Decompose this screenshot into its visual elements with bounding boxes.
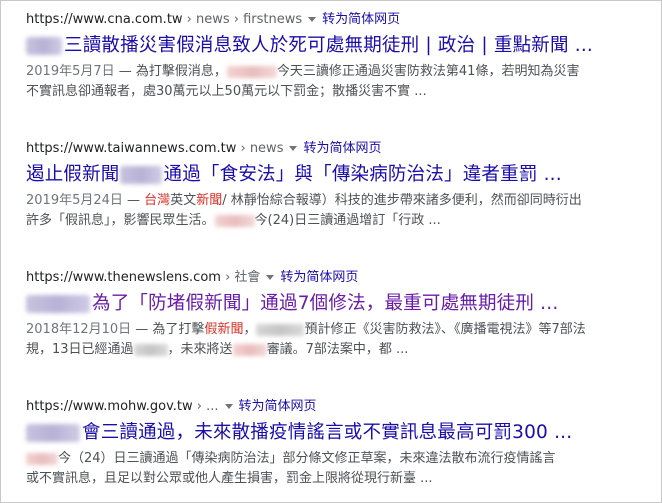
translate-link[interactable]: 转为简体网页	[322, 12, 400, 27]
snippet-text: 今(24)日三讀通過增訂「行政 ...	[254, 213, 441, 228]
snippet-text: 審議。7部法案中，都 ...	[266, 342, 409, 357]
result-snippet: 2019年5月7日 — 為打擊假消息， 今天三讀修正通過災害防救法第41條，若明知…	[26, 62, 651, 102]
caret-down-icon[interactable]	[224, 403, 233, 409]
result-title-text[interactable]: 會三讀通過，未來散播疫情謠言或不實訊息最高可罰300 ...	[82, 422, 572, 443]
search-result: https://www.thenewslens.com › 社會 转为简体网页 為…	[26, 268, 651, 360]
result-date: 2019年5月24日	[26, 193, 123, 208]
snippet-text: ，未來將送	[167, 342, 233, 357]
snippet-highlight: 假新聞	[204, 322, 244, 337]
redacted-text	[26, 424, 80, 442]
caret-down-icon[interactable]	[266, 274, 275, 280]
snippet-text: — 為了打擊	[131, 322, 205, 337]
snippet-text: —	[122, 193, 145, 208]
translate-link[interactable]: 转为简体网页	[280, 270, 358, 285]
result-title[interactable]: 遏止假新聞 通過「食安法」與「傳染病防治法」違者重罰 ...	[26, 161, 651, 189]
result-url[interactable]: https://www.cna.com.tw	[26, 12, 183, 27]
search-result: https://www.cna.com.tw › news › firstnew…	[26, 10, 651, 102]
snippet-text: 今（24）日三讀通過「傳染病防治法」部分條文修正草案，未來違法散布流行疫情謠言	[58, 451, 556, 466]
redacted-text	[226, 65, 277, 78]
redacted-text	[214, 214, 255, 227]
result-url-line: https://www.cna.com.tw › news › firstnew…	[26, 10, 651, 30]
snippet-text: — 為打擊假消息，	[114, 64, 227, 79]
snippet-text: / 林靜怡綜合報導）	[222, 193, 335, 208]
result-date: 2019年5月7日	[26, 64, 115, 79]
result-snippet: 今（24）日三讀通過「傳染病防治法」部分條文修正草案，未來違法散布流行疫情謠言 …	[26, 449, 651, 489]
result-breadcrumb: › news	[236, 141, 284, 156]
redacted-text	[26, 295, 90, 313]
snippet-text: 許多「假訊息」，影響民眾生活。	[26, 213, 215, 228]
result-breadcrumb: › ...	[192, 399, 219, 414]
redacted-text	[119, 166, 162, 184]
search-result: https://www.taiwannews.com.tw › news 转为简体…	[26, 139, 651, 231]
result-title[interactable]: 會三讀通過，未來散播疫情謠言或不實訊息最高可罰300 ...	[26, 419, 651, 447]
snippet-text: 不實訊息卻通報者，處30萬元以上50萬元以下罰金；散播災害不實 ...	[26, 84, 427, 99]
result-title-text[interactable]: 遏止假新聞	[26, 164, 120, 185]
result-title-text[interactable]: 為了「防堵假新聞」通過7個修法，最重可處無期徒刑 ...	[92, 293, 558, 314]
result-url[interactable]: https://www.thenewslens.com	[26, 270, 221, 285]
snippet-highlight: 台灣	[144, 193, 171, 208]
snippet-text: 英文	[170, 193, 197, 208]
redacted-text	[26, 37, 62, 55]
snippet-text: 今天三讀修正通過災害防救法第41條，若明知為災害	[276, 64, 580, 79]
result-breadcrumb: › 社會	[220, 270, 261, 285]
snippet-text: 科技的進步帶來諸多便利，然而卻同時衍出	[334, 193, 582, 208]
result-snippet: 2019年5月24日 — 台灣英文新聞/ 林靜怡綜合報導）科技的進步帶來諸多便利…	[26, 191, 651, 231]
snippet-text: 或不實訊息，且足以對公眾或他人產生損害，罰金上限將從現行新臺 ...	[26, 471, 433, 486]
snippet-text: 規，13日已經通過	[26, 342, 134, 357]
search-result: https://www.mohw.gov.tw › ... 转为简体网页 會三讀通…	[26, 397, 651, 489]
redacted-text	[133, 343, 168, 356]
result-url[interactable]: https://www.taiwannews.com.tw	[26, 141, 236, 156]
snippet-text: 預計修正《災害防救法》、《廣播電視法》等7部法	[304, 322, 586, 337]
result-title[interactable]: 為了「防堵假新聞」通過7個修法，最重可處無期徒刑 ...	[26, 290, 651, 318]
redacted-text	[256, 323, 305, 336]
snippet-text: ，	[243, 322, 257, 337]
caret-down-icon[interactable]	[308, 16, 317, 22]
caret-down-icon[interactable]	[289, 145, 298, 151]
snippet-highlight: 新聞	[196, 193, 223, 208]
redacted-text	[232, 343, 267, 356]
result-snippet: 2018年12月10日 — 為了打擊假新聞， 預計修正《災害防救法》、《廣播電視法…	[26, 320, 651, 360]
result-title[interactable]: 三讀散播災害假消息致人於死可處無期徒刑 | 政治 | 重點新聞 ...	[26, 32, 651, 60]
result-title-text[interactable]: 通過「食安法」與「傳染病防治法」違者重罰 ...	[164, 164, 562, 185]
result-title-text[interactable]: 三讀散播災害假消息致人於死可處無期徒刑 | 政治 | 重點新聞 ...	[64, 35, 593, 56]
result-date: 2018年12月10日	[26, 322, 132, 337]
translate-link[interactable]: 转为简体网页	[303, 141, 381, 156]
result-url-line: https://www.mohw.gov.tw › ... 转为简体网页	[26, 397, 651, 417]
translate-link[interactable]: 转为简体网页	[239, 399, 317, 414]
redacted-text	[26, 452, 58, 465]
result-breadcrumb: › news › firstnews	[182, 12, 303, 27]
result-url-line: https://www.thenewslens.com › 社會 转为简体网页	[26, 268, 651, 288]
result-url-line: https://www.taiwannews.com.tw › news 转为简体…	[26, 139, 651, 159]
result-url[interactable]: https://www.mohw.gov.tw	[26, 399, 193, 414]
